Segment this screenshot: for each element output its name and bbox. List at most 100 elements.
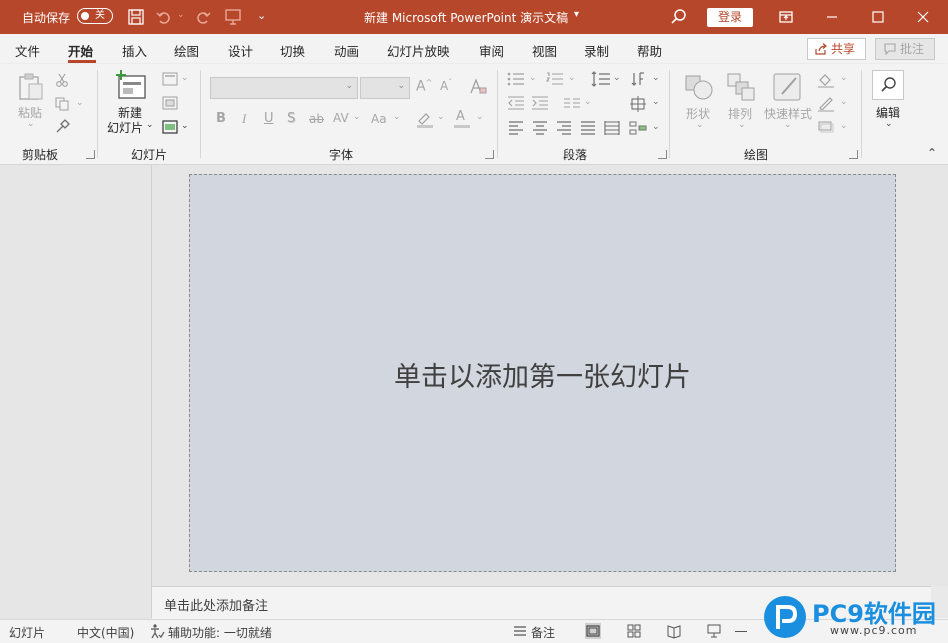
reading-view-icon[interactable]: [666, 623, 682, 639]
underline-button[interactable]: U: [264, 111, 274, 126]
tab-transitions[interactable]: 切换: [280, 41, 305, 60]
arrange-dropdown-icon[interactable]: ⌄: [738, 120, 746, 130]
quick-styles-dropdown-icon[interactable]: ⌄: [784, 120, 792, 130]
normal-view-icon[interactable]: [585, 623, 601, 639]
shape-effects-icon[interactable]: [817, 120, 835, 134]
editing-button[interactable]: [872, 70, 904, 100]
tab-file[interactable]: 文件: [15, 41, 40, 60]
decrease-font-icon[interactable]: Aˇ: [440, 78, 452, 93]
columns-dropdown-icon[interactable]: ⌄: [584, 97, 592, 107]
font-size-combo[interactable]: ⌄: [360, 77, 410, 99]
shape-fill-dropdown-icon[interactable]: ⌄: [840, 73, 848, 83]
align-text-icon[interactable]: [629, 96, 647, 112]
reset-icon[interactable]: [162, 96, 178, 110]
smartart-icon[interactable]: [629, 120, 647, 136]
paste-icon[interactable]: [16, 72, 46, 102]
zoom-out-icon[interactable]: [735, 631, 747, 632]
clear-formatting-icon[interactable]: [469, 78, 487, 96]
start-from-beginning-icon[interactable]: [224, 8, 242, 26]
change-case-button[interactable]: Aa: [371, 112, 387, 126]
shape-effects-dropdown-icon[interactable]: ⌄: [840, 121, 848, 131]
spacing-dropdown-icon[interactable]: ⌄: [353, 112, 361, 122]
numbering-icon[interactable]: [546, 72, 564, 86]
text-direction-icon[interactable]: [630, 71, 648, 89]
tab-review[interactable]: 审阅: [479, 41, 504, 60]
clipboard-launcher-icon[interactable]: [86, 150, 95, 159]
bullets-dropdown-icon[interactable]: ⌄: [529, 73, 537, 83]
status-language[interactable]: 中文(中国): [77, 624, 134, 641]
close-icon[interactable]: [914, 8, 932, 26]
comment-button[interactable]: 批注: [875, 38, 935, 60]
layout-icon[interactable]: [162, 72, 178, 86]
bullets-icon[interactable]: [507, 72, 525, 86]
share-button[interactable]: 共享: [807, 38, 866, 60]
bold-button[interactable]: B: [216, 111, 226, 126]
tab-help[interactable]: 帮助: [637, 41, 662, 60]
arrange-icon[interactable]: [726, 72, 756, 102]
shape-outline-dropdown-icon[interactable]: ⌄: [840, 97, 848, 107]
align-right-icon[interactable]: [556, 121, 572, 135]
copy-dropdown-icon[interactable]: ⌄: [76, 98, 84, 108]
autosave-toggle[interactable]: 关: [77, 8, 113, 24]
shapes-dropdown-icon[interactable]: ⌄: [696, 120, 704, 130]
text-direction-dropdown-icon[interactable]: ⌄: [652, 73, 660, 83]
paste-dropdown-icon[interactable]: ⌄: [27, 119, 35, 129]
align-text-dropdown-icon[interactable]: ⌄: [652, 97, 660, 107]
accessibility-icon[interactable]: [149, 623, 165, 639]
slideshow-icon[interactable]: [706, 623, 722, 639]
increase-font-icon[interactable]: A^: [416, 78, 432, 95]
tab-animations[interactable]: 动画: [334, 41, 359, 60]
tab-view[interactable]: 视图: [532, 41, 557, 60]
editing-dropdown-icon[interactable]: ⌄: [885, 119, 893, 129]
slide-placeholder[interactable]: 单击以添加第一张幻灯片: [189, 174, 896, 572]
highlight-dropdown-icon[interactable]: ⌄: [437, 112, 445, 122]
font-size-dropdown-icon[interactable]: ⌄: [397, 81, 405, 91]
font-launcher-icon[interactable]: [485, 150, 494, 159]
tab-home[interactable]: 开始: [68, 41, 93, 60]
cut-icon[interactable]: [55, 73, 69, 87]
title-dropdown-icon[interactable]: ▾: [574, 9, 579, 20]
save-icon[interactable]: [127, 8, 145, 26]
line-spacing-icon[interactable]: [591, 71, 611, 87]
slide-thumbnail-pane[interactable]: [0, 165, 152, 618]
tab-design[interactable]: 设计: [228, 41, 253, 60]
search-icon[interactable]: [670, 8, 688, 26]
line-spacing-dropdown-icon[interactable]: ⌄: [613, 73, 621, 83]
shadow-button[interactable]: S: [287, 111, 295, 126]
font-name-combo[interactable]: ⌄: [210, 77, 358, 99]
shapes-icon[interactable]: [684, 72, 714, 102]
increase-indent-icon[interactable]: [531, 96, 549, 110]
slide-sorter-icon[interactable]: [626, 623, 642, 639]
smartart-dropdown-icon[interactable]: ⌄: [652, 122, 660, 132]
columns-icon[interactable]: [563, 96, 581, 110]
tab-draw[interactable]: 绘图: [174, 41, 199, 60]
highlight-icon[interactable]: [416, 110, 434, 128]
quick-styles-icon[interactable]: [772, 72, 804, 102]
section-icon[interactable]: [162, 120, 178, 134]
new-slide-icon[interactable]: [115, 70, 147, 102]
numbering-dropdown-icon[interactable]: ⌄: [568, 73, 576, 83]
decrease-indent-icon[interactable]: [507, 96, 525, 110]
copy-icon[interactable]: [55, 97, 69, 111]
character-spacing-button[interactable]: AV: [333, 111, 349, 125]
font-color-button[interactable]: A: [456, 109, 465, 124]
justify-icon[interactable]: [580, 121, 596, 135]
maximize-icon[interactable]: [869, 8, 887, 26]
new-slide-dropdown-icon[interactable]: ⌄: [146, 120, 154, 130]
format-painter-icon[interactable]: [55, 119, 70, 134]
tab-record[interactable]: 录制: [584, 41, 609, 60]
case-dropdown-icon[interactable]: ⌄: [393, 112, 401, 122]
undo-dropdown-icon[interactable]: ⌄: [177, 10, 185, 20]
status-accessibility[interactable]: 辅助功能: 一切就绪: [168, 624, 272, 641]
strikethrough-button[interactable]: ab: [309, 112, 324, 126]
collapse-ribbon-icon[interactable]: ⌃: [927, 146, 937, 160]
login-button[interactable]: 登录: [707, 8, 753, 27]
italic-button[interactable]: I: [242, 111, 246, 127]
ribbon-display-options-icon[interactable]: [777, 8, 795, 26]
customize-toolbar-icon[interactable]: ⌄: [257, 9, 266, 22]
tab-slideshow[interactable]: 幻灯片放映: [387, 41, 450, 60]
tab-insert[interactable]: 插入: [122, 41, 147, 60]
drawing-launcher-icon[interactable]: [849, 150, 858, 159]
shape-fill-icon[interactable]: [817, 72, 835, 88]
minimize-icon[interactable]: [823, 8, 841, 26]
